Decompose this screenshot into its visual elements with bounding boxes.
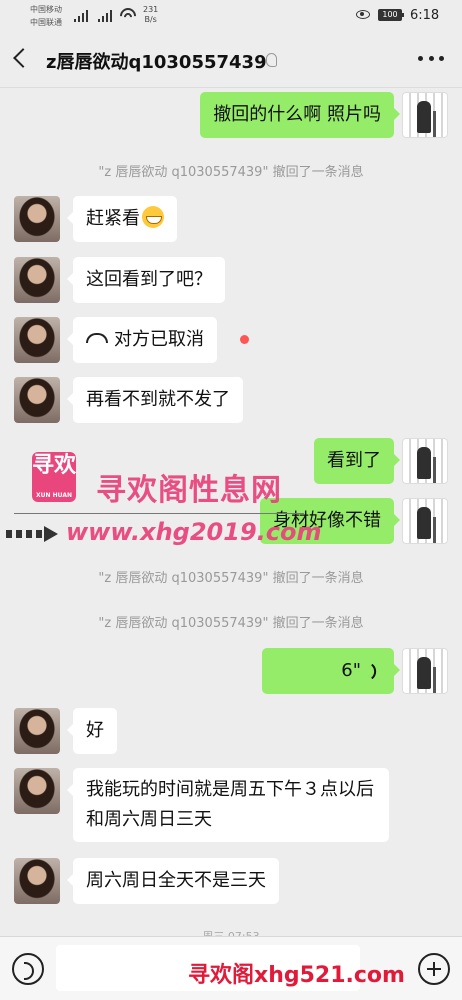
more-options-icon[interactable] xyxy=(418,52,444,64)
status-bar: 中国移动 中国联通 231 B/s 100 6:18 xyxy=(0,0,462,34)
plus-icon[interactable] xyxy=(418,953,450,985)
voice-duration: 6" xyxy=(341,660,361,681)
voice-wave-icon xyxy=(367,664,381,678)
watermark-logo-sub: XUN HUAN xyxy=(36,492,72,499)
watermark-divider xyxy=(14,513,304,514)
recall-notice: "z 唇唇欲动 q1030557439" 撤回了一条消息 xyxy=(98,571,364,586)
wifi-icon xyxy=(120,8,136,22)
contact-avatar[interactable] xyxy=(14,708,60,754)
watermark-bottom: 寻欢阁xhg521.com xyxy=(188,963,405,988)
network-rate: 231 B/s xyxy=(143,5,158,25)
call-cancelled-bubble[interactable]: 对方已取消 xyxy=(67,317,217,363)
message-bubble-incoming[interactable]: 好 xyxy=(67,708,117,754)
my-avatar[interactable] xyxy=(402,498,448,544)
network-rate-unit: B/s xyxy=(144,15,157,24)
battery-icon: 100 xyxy=(378,9,404,21)
chat-header: z唇唇欲动q1030557439 xyxy=(0,34,462,88)
recall-notice: "z 唇唇欲动 q1030557439" 撤回了一条消息 xyxy=(98,616,364,631)
contact-avatar[interactable] xyxy=(14,858,60,904)
network-rate-value: 231 xyxy=(143,5,159,14)
status-time: 6:18 xyxy=(410,8,440,23)
contact-avatar[interactable] xyxy=(14,317,60,363)
signal-icon xyxy=(74,10,90,22)
recall-notice: "z 唇唇欲动 q1030557439" 撤回了一条消息 xyxy=(98,165,364,180)
carrier-label: 中国移动 xyxy=(30,5,62,14)
message-text: 赶紧看 xyxy=(86,208,140,229)
voice-message-bubble[interactable]: 6" xyxy=(262,648,400,694)
message-bubble-incoming[interactable]: 周六周日全天不是三天 xyxy=(67,858,279,904)
my-avatar[interactable] xyxy=(402,92,448,138)
watermark-arrow-icon xyxy=(6,526,60,542)
eye-icon xyxy=(356,10,370,19)
my-avatar[interactable] xyxy=(402,648,448,694)
my-avatar[interactable] xyxy=(402,438,448,484)
watermark-logo: 寻欢 XUN HUAN xyxy=(32,452,76,502)
back-arrow-icon[interactable] xyxy=(13,48,33,68)
message-bubble-outgoing[interactable]: 看到了 xyxy=(314,438,400,484)
contact-avatar[interactable] xyxy=(14,377,60,423)
carrier-label: 中国联通 xyxy=(30,18,62,27)
contact-avatar[interactable] xyxy=(14,196,60,242)
chat-title: z唇唇欲动q1030557439 xyxy=(46,52,267,73)
message-bubble-incoming[interactable]: 赶紧看 xyxy=(67,196,177,242)
signal-icon xyxy=(98,10,114,22)
message-bubble-incoming[interactable]: 再看不到就不发了 xyxy=(67,377,243,423)
hang-up-phone-icon xyxy=(86,333,108,343)
message-text: 对方已取消 xyxy=(114,329,204,350)
message-bubble-incoming[interactable]: 这回看到了吧？ xyxy=(67,257,225,303)
contact-avatar[interactable] xyxy=(14,768,60,814)
watermark-url: www.xhg2019.com xyxy=(66,518,322,546)
earpiece-mode-icon xyxy=(266,53,277,67)
voice-input-icon[interactable] xyxy=(12,953,44,985)
unread-dot xyxy=(240,335,249,344)
contact-avatar[interactable] xyxy=(14,257,60,303)
message-bubble-incoming[interactable]: 我能玩的时间就是周五下午３点以后和周六周日三天 xyxy=(67,768,389,842)
watermark-title: 寻欢阁性息网 xyxy=(96,473,282,508)
grinning-face-icon xyxy=(142,206,164,228)
message-bubble-outgoing[interactable]: 撤回的什么啊 照片吗 xyxy=(200,92,400,138)
watermark-logo-text: 寻欢 xyxy=(32,453,77,478)
